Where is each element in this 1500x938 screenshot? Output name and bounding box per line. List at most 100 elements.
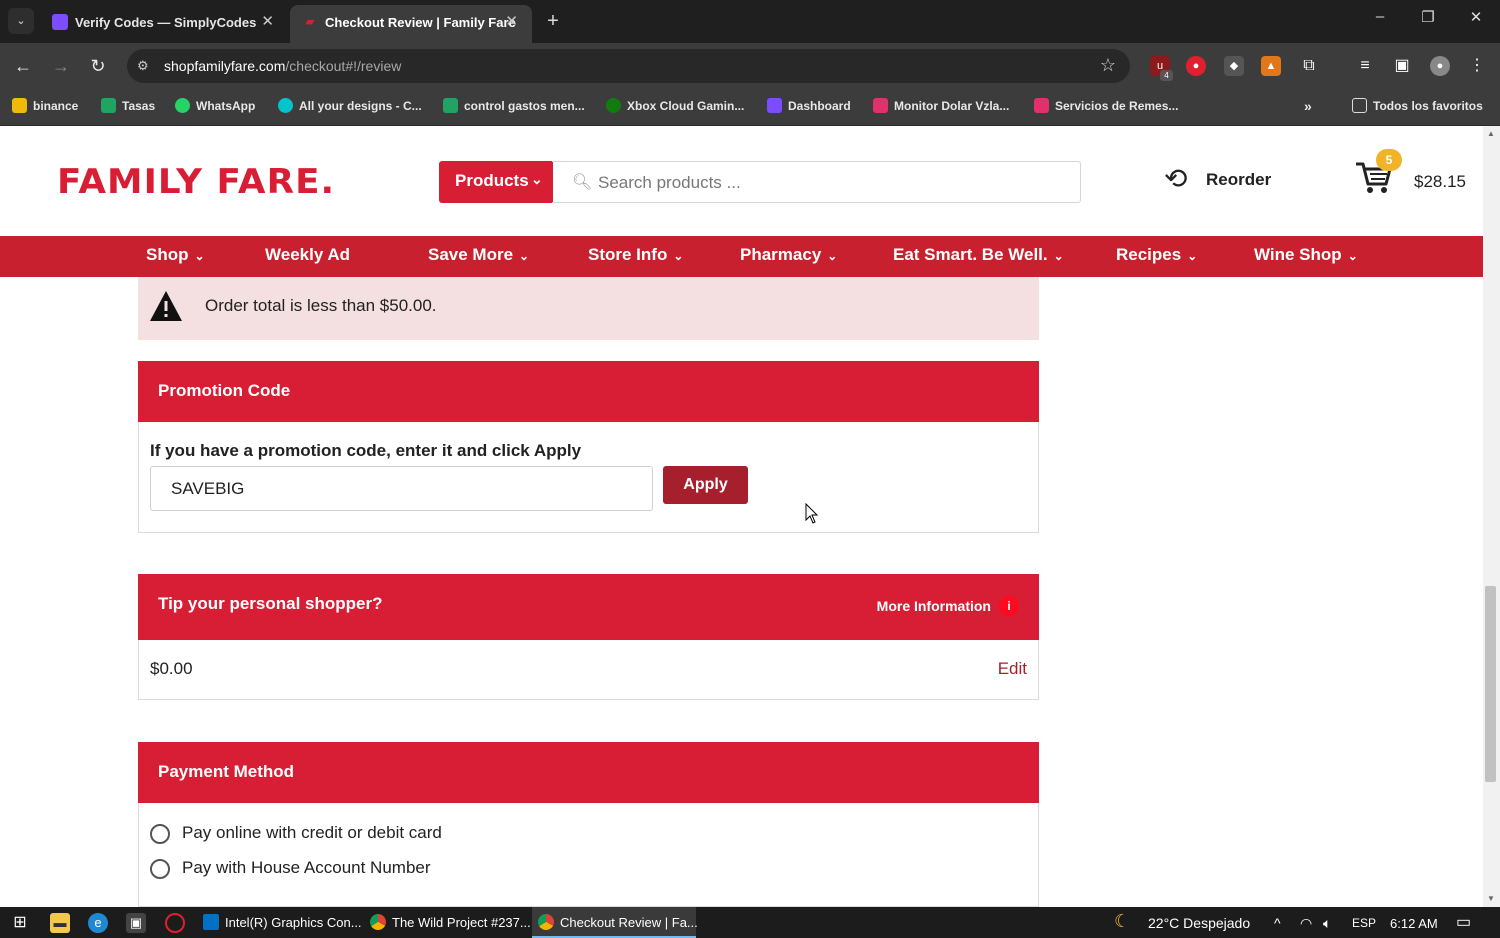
all-bookmarks-folder[interactable]: Todos los favoritos [1352,98,1483,113]
extension-red-icon[interactable]: ● [1186,56,1206,76]
tab-search-menu-button[interactable]: ⌄ [8,8,34,34]
nav-weekly-ad[interactable]: Weekly Ad [265,245,350,265]
nav-pharmacy[interactable]: Pharmacy ⌄ [740,245,837,265]
nav-store-info[interactable]: Store Info ⌄ [588,245,683,265]
nav-recipes[interactable]: Recipes ⌄ [1116,245,1197,265]
nav-save-more[interactable]: Save More ⌄ [428,245,529,265]
close-tab-icon[interactable]: ✕ [261,12,274,30]
folder-icon [1352,98,1367,113]
panel-title: Payment Method [158,762,295,781]
bookmark-monitor-dolar[interactable]: Monitor Dolar Vzla... [873,98,1009,113]
tab-title: Checkout Review | Family Fare [325,15,516,30]
warning-icon [150,291,182,321]
close-window-button[interactable]: ✕ [1461,8,1491,26]
radio-button[interactable] [150,859,170,879]
address-bar[interactable]: ⚙ shopfamilyfare.com/checkout#!/review ☆ [127,49,1130,83]
scroll-up-icon[interactable]: ▲ [1487,129,1495,138]
family-fare-logo[interactable]: FAMILY FARE. [57,162,335,202]
bookmark-control-gastos[interactable]: control gastos men... [443,98,585,113]
metamask-extension-icon[interactable]: ▲ [1261,56,1281,76]
restore-window-button[interactable]: ❐ [1413,8,1443,26]
scrollbar-thumb[interactable] [1485,586,1496,782]
bookmark-servicios-remes[interactable]: Servicios de Remes... [1034,98,1178,113]
notifications-icon[interactable]: ▭ [1456,912,1471,932]
tab-simplycodes[interactable]: Verify Codes — SimplyCodes ✕ [40,5,288,43]
weather-moon-icon[interactable]: ☾ [1114,911,1130,932]
language-indicator[interactable]: ESP [1352,916,1376,930]
browser-menu-icon[interactable]: ⋮ [1467,56,1487,76]
wifi-icon[interactable]: ◠ [1300,915,1312,932]
scroll-down-icon[interactable]: ▼ [1487,894,1495,903]
bookmark-canva[interactable]: All your designs - C... [278,98,422,113]
sheets-icon [443,98,458,113]
bookmark-star-icon[interactable]: ☆ [1100,55,1116,76]
extension-robot-icon[interactable]: ◆ [1224,56,1244,76]
xbox-icon [606,98,621,113]
bookmark-whatsapp[interactable]: WhatsApp [175,98,255,113]
chevron-down-icon: ⌄ [519,249,530,263]
search-input[interactable]: 🔍︎ Search products ... [552,161,1081,203]
payment-method-header: Payment Method [138,742,1039,803]
reorder-icon: ⟲ [1164,163,1188,194]
edit-tip-link[interactable]: Edit [998,659,1027,679]
promotion-code-header: Promotion Code [138,361,1039,422]
taskbar-app-checkout-review[interactable]: Checkout Review | Fa... [532,907,698,938]
radio-button[interactable] [150,824,170,844]
browser-toolbar: ← → ↻ ⚙ shopfamilyfare.com/checkout#!/re… [0,43,1500,89]
weather-text[interactable]: 22°C Despejado [1148,915,1250,931]
tab-title: Verify Codes — SimplyCodes [75,15,257,30]
chevron-down-icon: ⌄ [531,171,543,187]
file-explorer-icon[interactable]: ▬ [50,913,70,933]
site-info-icon[interactable]: ⚙ [137,58,149,74]
extension-badge: 4 [1160,70,1173,81]
bookmark-binance[interactable]: binance [12,98,78,113]
simplycodes-favicon-icon [52,14,68,30]
payment-method-panel: Payment Method Pay online with credit or… [138,742,1039,907]
bookmark-xbox-cloud[interactable]: Xbox Cloud Gamin... [606,98,744,113]
reload-icon[interactable]: ↻ [87,55,109,77]
more-information-link[interactable]: More Information i [877,596,1019,616]
chrome-icon [538,914,554,930]
site-header: FAMILY FARE. Products ⌄ 🔍︎ Search produc… [0,126,1500,236]
back-icon[interactable]: ← [12,55,34,77]
show-hidden-icons-icon[interactable]: ^ [1274,915,1281,931]
alert-text: Order total is less than $50.00. [205,296,437,315]
cart-count-badge: 5 [1376,149,1402,171]
nav-wine-shop[interactable]: Wine Shop ⌄ [1254,245,1358,265]
nav-shop[interactable]: Shop ⌄ [146,245,205,265]
extensions-puzzle-icon[interactable]: ⧉ [1299,56,1319,76]
close-tab-icon[interactable]: ✕ [505,12,518,30]
store-icon[interactable]: ▣ [126,913,146,933]
tab-checkout-review[interactable]: ▰ Checkout Review | Family Fare ✕ [290,5,532,43]
windows-taskbar: ⊞ ▬ e ▣ Intel(R) Graphics Con... The Wil… [0,907,1500,938]
volume-icon[interactable]: 🔈︎ [1323,915,1331,932]
tip-panel: Tip your personal shopper? More Informat… [138,574,1039,700]
products-dropdown-button[interactable]: Products ⌄ [439,161,553,203]
bookmark-tasas[interactable]: Tasas [101,98,155,113]
profile-avatar[interactable]: ● [1430,56,1450,76]
forward-icon[interactable]: → [50,55,72,77]
promo-code-input[interactable] [150,466,653,511]
new-tab-button[interactable]: + [541,8,565,34]
intel-graphics-icon [203,914,219,930]
windows-start-icon[interactable]: ⊞ [10,913,30,933]
apply-button[interactable]: Apply [663,466,748,504]
more-bookmarks-chevron-icon[interactable]: » [1304,98,1312,114]
url-text: shopfamilyfare.com/checkout#!/review [164,58,402,74]
sheets-icon [101,98,116,113]
page-scrollbar[interactable]: ▲ ▼ [1483,126,1500,907]
bookmark-dashboard[interactable]: Dashboard [767,98,851,113]
minimize-window-button[interactable]: – [1365,8,1395,25]
side-panel-icon[interactable]: ▣ [1392,56,1412,76]
binance-icon [12,98,27,113]
chevron-down-icon: ⌄ [1187,249,1198,263]
taskbar-app-intel-graphics[interactable]: Intel(R) Graphics Con... [197,907,362,938]
chevron-down-icon: ⌄ [827,249,838,263]
opera-icon[interactable] [165,913,185,933]
taskbar-app-wild-project[interactable]: The Wild Project #237... [364,907,531,938]
edge-icon[interactable]: e [88,913,108,933]
chrome-icon [370,914,386,930]
nav-eat-smart[interactable]: Eat Smart. Be Well. ⌄ [893,245,1064,265]
clock[interactable]: 6:12 AM [1390,916,1438,931]
reading-list-icon[interactable]: ≡ [1355,56,1375,76]
